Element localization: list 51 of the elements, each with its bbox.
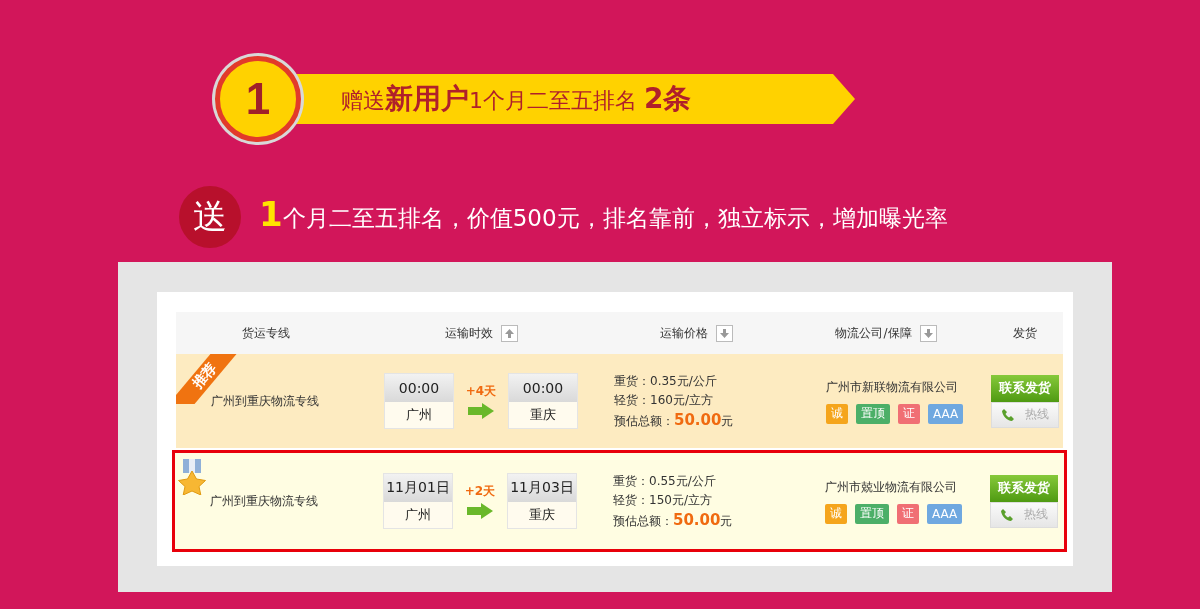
sort-button[interactable]: [715, 324, 733, 342]
phone-icon: [1000, 407, 1015, 422]
guarantee-tag: 诚: [826, 403, 848, 424]
heavy-price: 重货：0.35元/公斤: [614, 372, 718, 390]
hotline-button[interactable]: 热线: [990, 401, 1059, 428]
light-price: 轻货：160元/立方: [614, 391, 714, 409]
estimated-total: 预估总额：50.00元: [613, 510, 734, 530]
gift-seal: 送: [179, 186, 241, 248]
guarantee-tag: 置顶: [856, 403, 890, 424]
arrival-city: 重庆: [529, 406, 557, 424]
departure-time: 11月01日: [384, 474, 452, 502]
route-name: 广州到重庆物流专线: [210, 392, 320, 410]
right-arrow-icon: [467, 503, 493, 519]
listing-row[interactable]: 推荐 广州到重庆物流专线 00:00 广州 +4天 00:00 重庆 重货：0.35元/公斤 轻货：160元/立方 预估总额：50.00元 广州市新联物流有限公司 诚 置顶 证 AAA 联系发货 热线: [176, 354, 1063, 448]
guarantee-tag: AAA: [927, 503, 963, 524]
contact-button[interactable]: 联系发货: [990, 374, 1059, 402]
duration-text: +4天: [465, 383, 497, 400]
phone-icon: [999, 507, 1014, 522]
right-arrow-icon: [468, 403, 494, 419]
duration-text: +2天: [464, 483, 496, 500]
estimated-total: 预估总额：50.00元: [614, 410, 735, 430]
light-price: 轻货：150元/立方: [613, 491, 713, 509]
contact-button[interactable]: 联系发货: [989, 474, 1058, 502]
arrival-city: 重庆: [528, 506, 556, 524]
company-name: 广州市兢业物流有限公司: [825, 478, 958, 496]
arrival-time: 11月03日: [508, 474, 576, 502]
guarantee-tag: 诚: [825, 503, 847, 524]
arrival-time: 00:00: [509, 374, 577, 402]
column-header: 运输价格: [659, 324, 708, 342]
company-name: 广州市新联物流有限公司: [826, 378, 959, 396]
guarantee-tag: AAA: [928, 403, 964, 424]
heavy-price: 重货：0.55元/公斤: [613, 472, 717, 490]
listing-row[interactable]: 广州到重庆物流专线 11月01日 广州 +2天 11月03日 重庆 重货：0.55元/公斤 轻货：150元/立方 预估总额：50.00元 广州市兢业物流有限公司 诚 置顶 证 AAA 联系发货 热线: [172, 450, 1067, 552]
departure-time: 00:00: [385, 374, 453, 402]
column-header: 物流公司/保障: [835, 324, 912, 342]
route-name: 广州到重庆物流专线: [209, 492, 319, 510]
sort-button[interactable]: [500, 324, 518, 342]
offer-text: 1个月二至五排名，价值500元，排名靠前，独立标示，增加曝光率: [259, 194, 948, 234]
guarantee-tag: 证: [897, 503, 919, 524]
sort-button[interactable]: [919, 324, 937, 342]
departure-city: 广州: [404, 506, 432, 524]
column-header: 运输时效: [444, 324, 493, 342]
departure-city: 广州: [405, 406, 433, 424]
star-medal-icon: [177, 459, 207, 495]
promo-banner: 赠送新用户1个月二至五排名 2条: [295, 74, 855, 124]
guarantee-tag: 置顶: [855, 503, 889, 524]
column-header: 货运专线: [242, 324, 290, 342]
guarantee-tag: 证: [898, 403, 920, 424]
hotline-button[interactable]: 热线: [989, 501, 1058, 528]
column-header: 发货: [1012, 324, 1037, 342]
number-medal: 1: [215, 56, 301, 142]
